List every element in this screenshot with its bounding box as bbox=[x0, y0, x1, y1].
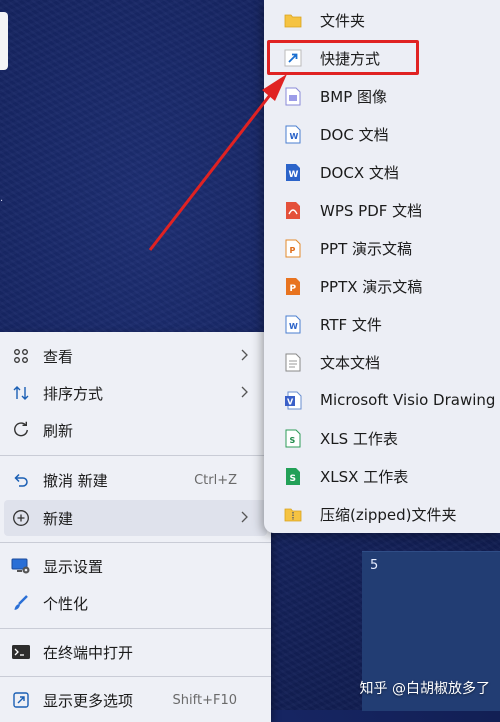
annotation-arrow bbox=[148, 74, 287, 251]
